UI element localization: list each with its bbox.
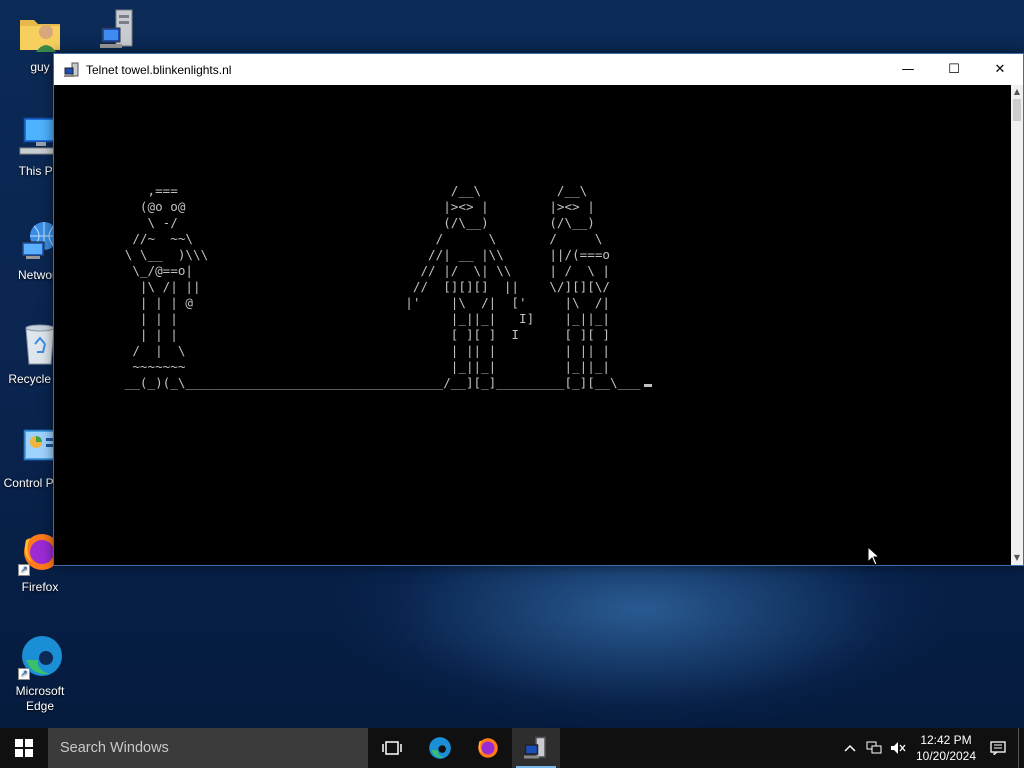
network-status-icon[interactable]	[862, 728, 886, 768]
mouse-pointer-icon	[867, 545, 881, 571]
shortcut-arrow-icon: ↗	[18, 564, 30, 576]
window-title: Telnet towel.blinkenlights.nl	[86, 62, 232, 77]
desktop-icon-network-computer[interactable]	[80, 6, 152, 58]
console-cursor	[644, 375, 652, 391]
taskbar-telnet-button[interactable]	[512, 728, 560, 768]
clock[interactable]: 12:42 PM 10/20/2024	[910, 732, 982, 764]
notifications-icon[interactable]	[982, 728, 1014, 768]
edge-icon	[429, 737, 451, 759]
telnet-window[interactable]: Telnet towel.blinkenlights.nl — ☐ ✕ ,===…	[53, 53, 1024, 566]
scrollbar-thumb[interactable]	[1013, 99, 1021, 121]
desktop-icon-label: guy	[30, 60, 50, 74]
taskbar-edge-button[interactable]	[416, 728, 464, 768]
search-placeholder: Search Windows	[60, 740, 169, 756]
chevron-up-icon[interactable]	[838, 728, 862, 768]
show-desktop-button[interactable]	[1018, 728, 1024, 768]
system-tray: 12:42 PM 10/20/2024	[838, 728, 1024, 768]
scroll-up-icon[interactable]: ▲	[1011, 85, 1023, 99]
task-view-icon	[382, 741, 402, 755]
shortcut-arrow-icon: ↗	[18, 668, 30, 680]
window-titlebar[interactable]: Telnet towel.blinkenlights.nl — ☐ ✕	[54, 54, 1023, 85]
windows-logo-icon	[15, 739, 33, 757]
desktop-icon-label: Microsoft Edge	[15, 684, 65, 713]
desktop-icon-label: Firefox	[21, 580, 59, 594]
scroll-down-icon[interactable]: ▼	[1011, 551, 1023, 565]
telnet-icon	[524, 736, 546, 759]
user-folder-icon	[16, 8, 64, 56]
edge-icon: ↗	[16, 632, 64, 680]
telnet-app-icon	[64, 62, 80, 78]
taskbar: Search Windows 12:42 PM 10/20/2024	[0, 728, 1024, 768]
network-computer-icon	[92, 6, 140, 54]
minimize-button[interactable]: —	[885, 54, 931, 85]
firefox-icon	[478, 738, 498, 758]
clock-date: 10/20/2024	[915, 749, 977, 763]
maximize-button[interactable]: ☐	[931, 54, 977, 85]
clock-time: 12:42 PM	[920, 733, 972, 747]
desktop-icon-edge[interactable]: ↗ Microsoft Edge	[2, 632, 78, 714]
start-button[interactable]	[0, 728, 48, 768]
task-view-button[interactable]	[368, 728, 416, 768]
close-button[interactable]: ✕	[977, 54, 1023, 85]
console-output: ,=== /__\ /__\ (@o o@ |><> | |><> | \ -/…	[124, 183, 641, 390]
console-area[interactable]: ,=== /__\ /__\ (@o o@ |><> | |><> | \ -/…	[54, 85, 1012, 565]
taskbar-firefox-button[interactable]	[464, 728, 512, 768]
vertical-scrollbar[interactable]: ▲ ▼	[1011, 85, 1023, 565]
search-box[interactable]: Search Windows	[48, 728, 368, 768]
volume-muted-icon[interactable]	[886, 728, 910, 768]
